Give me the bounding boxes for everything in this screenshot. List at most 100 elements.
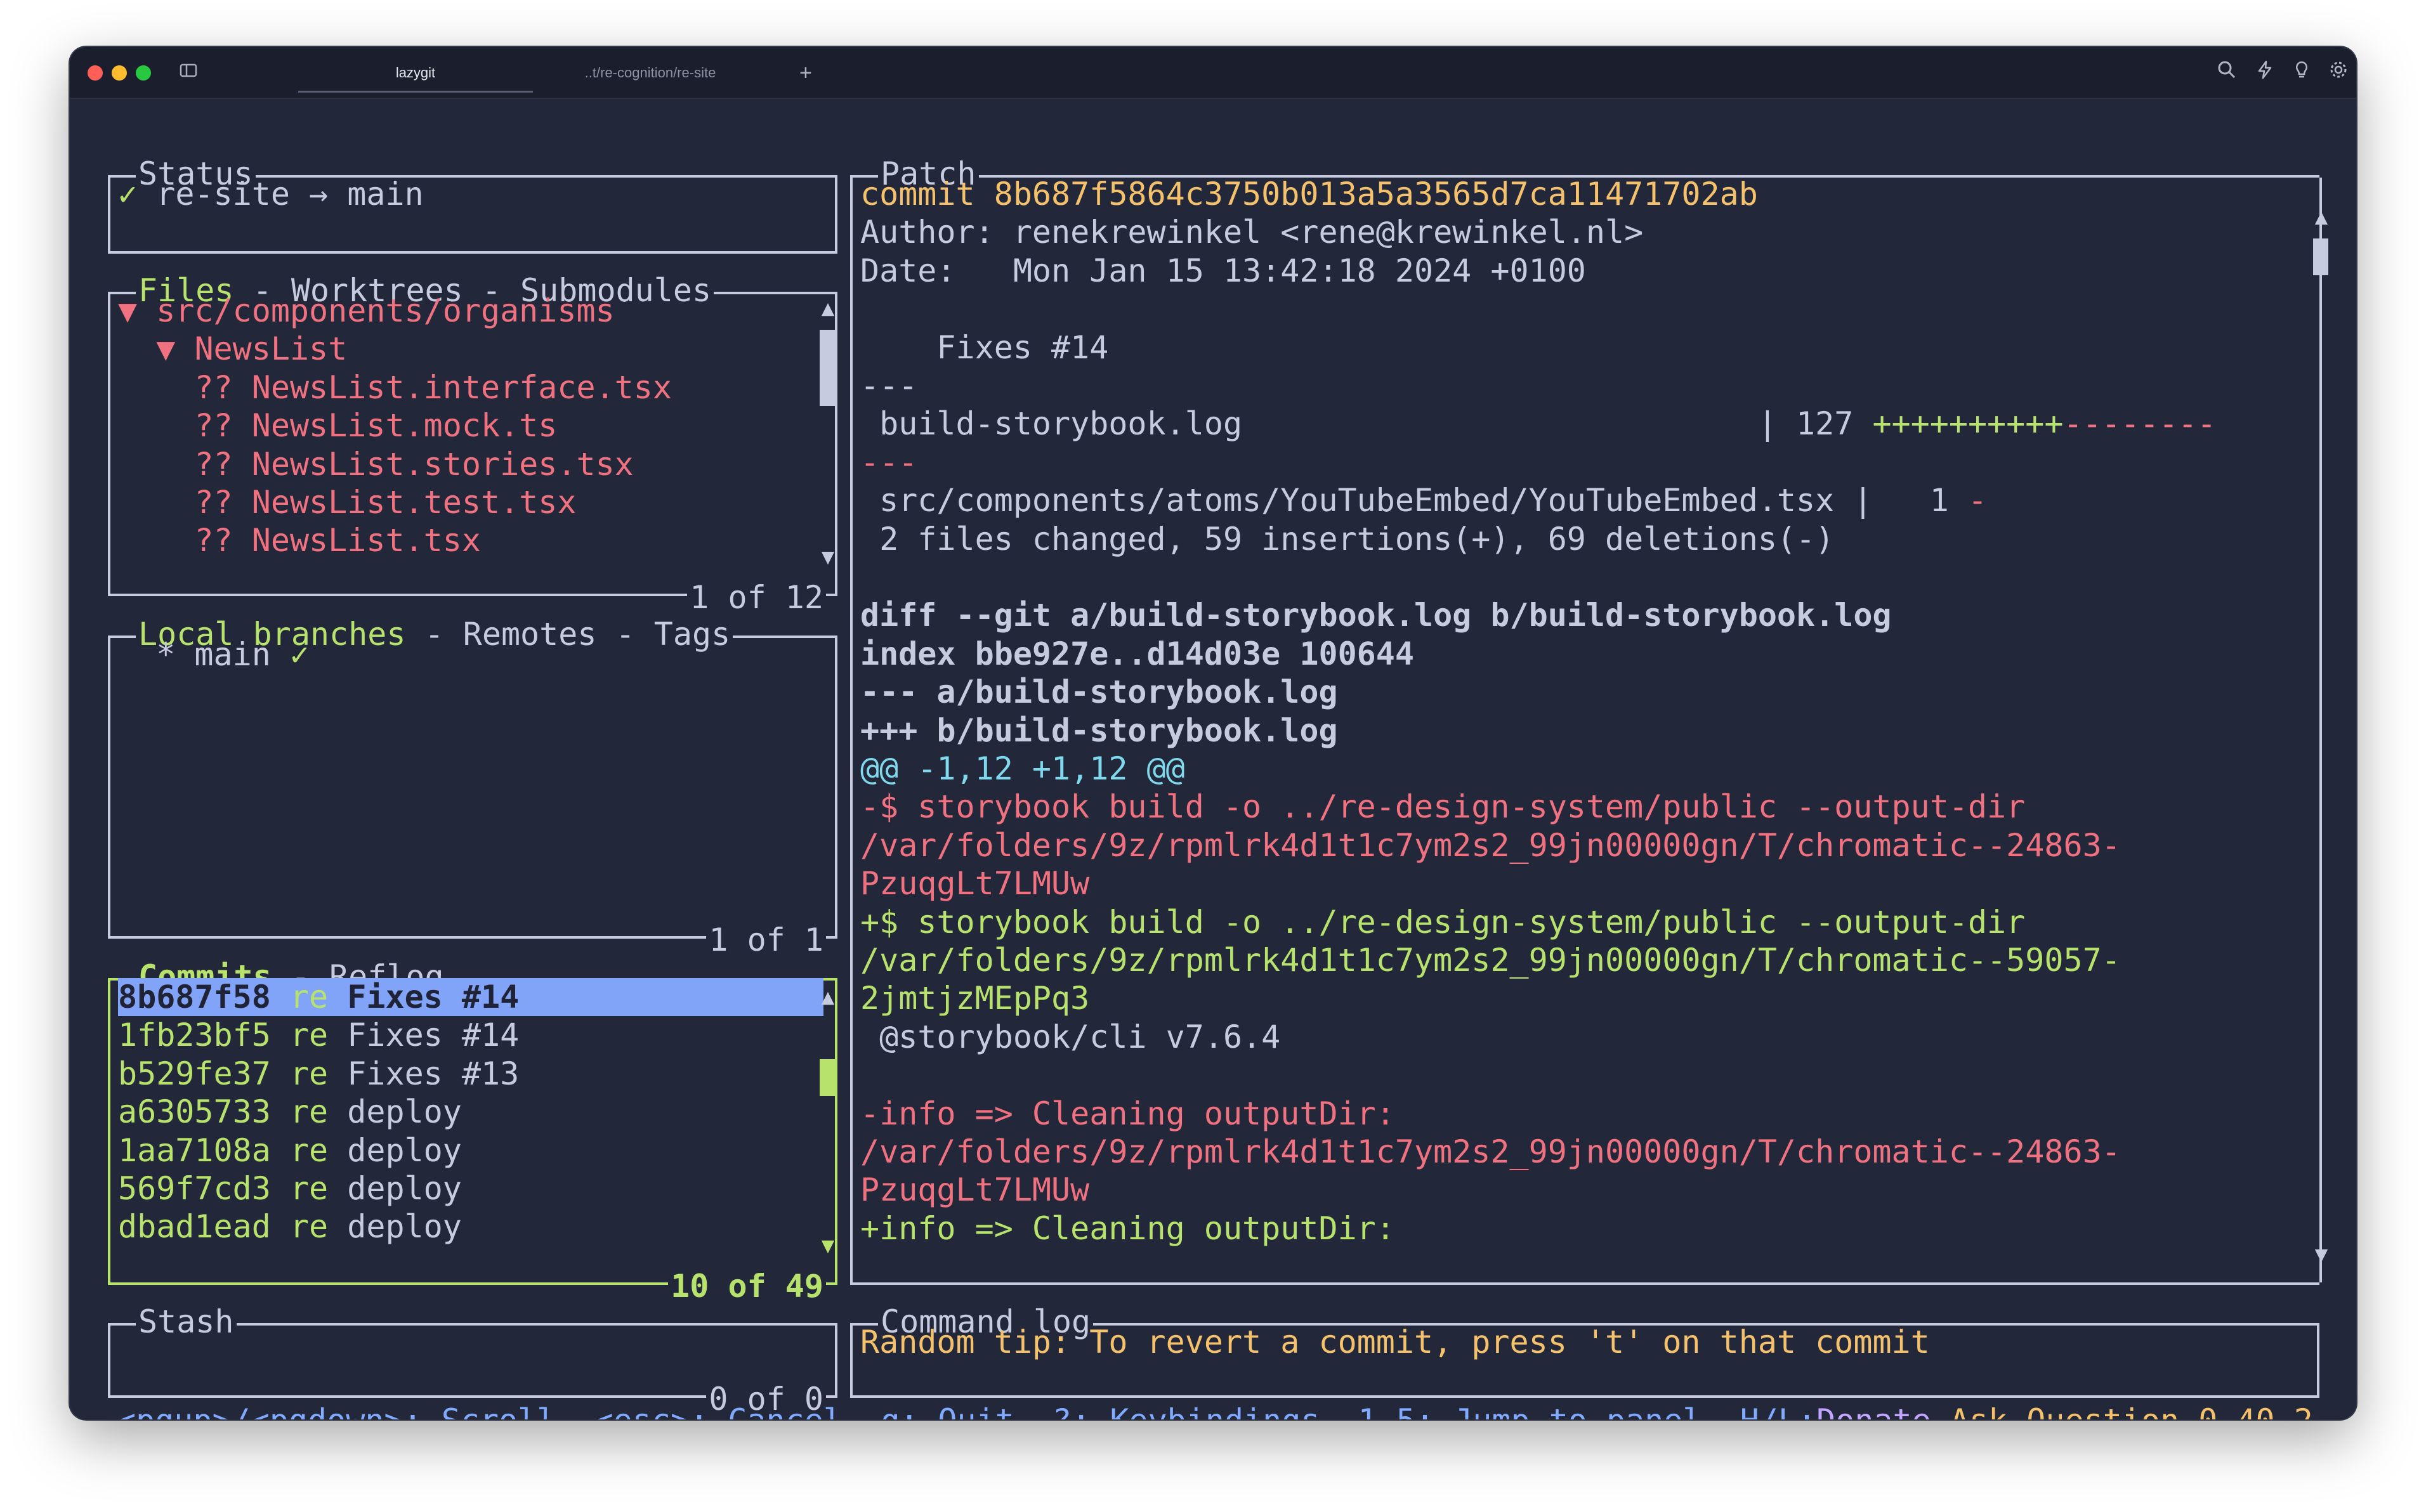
file-name: NewsList.mock.ts xyxy=(251,407,558,445)
files-panel-footer: 1 of 12 xyxy=(687,578,826,616)
commit-row[interactable]: b529fe37 re Fixes #13 xyxy=(118,1055,519,1093)
commit-row[interactable]: a6305733 re deploy xyxy=(118,1093,462,1131)
scroll-down-arrow-icon[interactable]: ▼ xyxy=(818,1234,837,1257)
commit-hash: 569f7cd3 xyxy=(118,1170,271,1207)
commit-message: Fixes #13 xyxy=(347,1055,520,1092)
file-tree-file[interactable]: ?? NewsList.stories.tsx xyxy=(118,445,634,483)
lightbulb-icon[interactable] xyxy=(2289,60,2314,85)
untracked-status: ?? xyxy=(194,445,252,483)
repo-name: re-site xyxy=(156,176,290,212)
file-tree-folder[interactable]: ▼ src/components/organisms xyxy=(118,292,615,330)
branch-item-name: main xyxy=(194,636,271,673)
files-scrollbar-thumb[interactable] xyxy=(820,330,835,406)
commits-scrollbar-thumb[interactable] xyxy=(820,1059,835,1096)
tab-re-site[interactable]: ..t/re-cognition/re-site xyxy=(552,57,749,89)
commit-message: Fixes #14 xyxy=(347,1017,520,1054)
commit-message: Fixes #14 xyxy=(347,979,520,1015)
commit-row[interactable]: 569f7cd3 re deploy xyxy=(118,1170,462,1208)
branches-panel[interactable]: Local branches - Remotes - Tags * main ✓… xyxy=(108,615,837,959)
tip-label: Random tip: xyxy=(860,1324,1071,1360)
file-tree-folder[interactable]: ▼ NewsList xyxy=(118,330,347,368)
patch-segment: src/components/atoms/YouTubeEmbed/YouTub… xyxy=(860,482,1968,519)
sidebar-toggle-icon[interactable] xyxy=(179,61,198,80)
tab-remotes-tags[interactable]: - Remotes - Tags xyxy=(405,616,731,653)
patch-line: --- xyxy=(860,443,918,481)
bolt-icon[interactable] xyxy=(2252,60,2278,85)
commit-row[interactable]: 1fb23bf5 re Fixes #14 xyxy=(118,1016,519,1054)
commit-row[interactable]: 8b687f58 re Fixes #14 xyxy=(118,978,823,1016)
command-log-panel[interactable]: Command log Random tip: To revert a comm… xyxy=(850,1303,2319,1398)
untracked-status: ?? xyxy=(194,407,252,445)
untracked-status: ?? xyxy=(194,368,252,406)
stash-panel[interactable]: Stash 0 of 0 xyxy=(108,1303,837,1418)
patch-line: 2 files changed, 59 insertions(+), 69 de… xyxy=(860,520,1835,557)
files-panel[interactable]: Files - Worktrees - Submodules ▼ src/com… xyxy=(108,271,837,616)
new-tab-button[interactable]: + xyxy=(799,57,812,89)
branch-arrow-icon: → xyxy=(309,176,329,212)
maximize-window-button[interactable] xyxy=(136,65,151,81)
tab-lazygit[interactable]: lazygit xyxy=(298,57,533,93)
commit-hash: 1aa7108a xyxy=(118,1131,271,1169)
commit-author: re xyxy=(289,1170,329,1207)
commit-hash: dbad1ead xyxy=(118,1208,271,1246)
current-branch-marker: * xyxy=(118,636,195,673)
file-name: src/components/organisms xyxy=(156,292,615,329)
gear-icon[interactable] xyxy=(2326,60,2351,85)
file-name: NewsList.test.tsx xyxy=(251,484,577,521)
file-tree-file[interactable]: ?? NewsList.test.tsx xyxy=(118,483,576,521)
minimize-window-button[interactable] xyxy=(112,65,127,81)
patch-panel-border-right xyxy=(2319,178,2322,1282)
ask-question-link[interactable]: Ask Question xyxy=(1950,1402,2179,1419)
patch-segment: -------- xyxy=(2063,405,2217,443)
commit-hash: 1fb23bf5 xyxy=(118,1017,271,1054)
file-tree-file[interactable]: ?? NewsList.tsx xyxy=(118,521,481,559)
commit-message: deploy xyxy=(347,1093,462,1131)
stash-panel-title: Stash xyxy=(136,1303,237,1341)
commit-author: re xyxy=(289,1093,329,1131)
untracked-status: ?? xyxy=(194,484,252,521)
commits-panel[interactable]: Commits - Reflog 8b687f58 re Fixes #14 1f… xyxy=(108,958,837,1305)
patch-panel[interactable]: Patch commit 8b687f5864c3750b013a5a3565d… xyxy=(850,155,2328,1285)
terminal-window: lazygit ..t/re-cognition/re-site + Statu… xyxy=(70,47,2356,1419)
commit-row[interactable]: dbad1ead re deploy xyxy=(118,1208,462,1246)
commit-author: re xyxy=(289,1055,329,1092)
patch-line: commit 8b687f5864c3750b013a5a3565d7ca114… xyxy=(860,176,1758,212)
branch-item[interactable]: * main ✓ xyxy=(118,635,309,674)
patch-line: PzuqgLt7LMUw xyxy=(860,865,1090,903)
file-tree-file[interactable]: ?? NewsList.mock.ts xyxy=(118,407,557,445)
patch-line: +info => Cleaning outputDir: xyxy=(860,1209,1395,1247)
search-icon[interactable] xyxy=(2214,60,2239,85)
commit-row[interactable]: 1aa7108a re deploy xyxy=(118,1131,462,1170)
close-window-button[interactable] xyxy=(88,65,103,81)
patch-line: --- a/build-storybook.log xyxy=(860,674,1338,711)
untracked-status: ?? xyxy=(194,522,252,559)
commit-message: deploy xyxy=(347,1131,462,1169)
patch-line: /var/folders/9z/rpmlrk4d1t1c7ym2s2_99jn0… xyxy=(860,942,2121,979)
patch-line: +++ b/build-storybook.log xyxy=(860,712,1338,749)
patch-line: +$ storybook build -o ../re-design-syste… xyxy=(860,903,2026,941)
tip-text: To revert a commit, press 't' on that co… xyxy=(1070,1324,1930,1360)
patch-line: -$ storybook build -o ../re-design-syste… xyxy=(860,788,2026,826)
donate-link[interactable]: Donate xyxy=(1816,1402,1931,1419)
scroll-down-arrow-icon[interactable]: ▼ xyxy=(818,545,837,568)
patch-line: /var/folders/9z/rpmlrk4d1t1c7ym2s2_99jn0… xyxy=(860,826,2121,864)
patch-line: index bbe927e..d14d03e 100644 xyxy=(860,635,1414,672)
folder-expand-icon: ▼ xyxy=(156,330,195,368)
status-panel[interactable]: Status ✓ re-site → main xyxy=(108,155,837,254)
title-bar: lazygit ..t/re-cognition/re-site + xyxy=(70,47,2356,99)
patch-line: src/components/atoms/YouTubeEmbed/YouTub… xyxy=(860,481,1987,519)
file-name: NewsList.stories.tsx xyxy=(251,445,634,483)
branches-panel-footer: 1 of 1 xyxy=(706,921,826,959)
keybindings-hint: <pgup>/<pgdown>: Scroll, <esc>: Cancel, … xyxy=(117,1402,1816,1419)
file-tree-file[interactable]: ?? NewsList.interface.tsx xyxy=(118,368,672,407)
scroll-up-arrow-icon[interactable]: ▲ xyxy=(818,297,837,320)
scroll-down-arrow-icon[interactable]: ▼ xyxy=(2312,1243,2331,1266)
lazygit-terminal: Status ✓ re-site → main Files - Worktree… xyxy=(70,98,2356,1419)
scroll-up-arrow-icon[interactable]: ▲ xyxy=(818,986,837,1008)
patch-line: Author: renekrewinkel <rene@krewinkel.nl… xyxy=(860,214,1644,251)
